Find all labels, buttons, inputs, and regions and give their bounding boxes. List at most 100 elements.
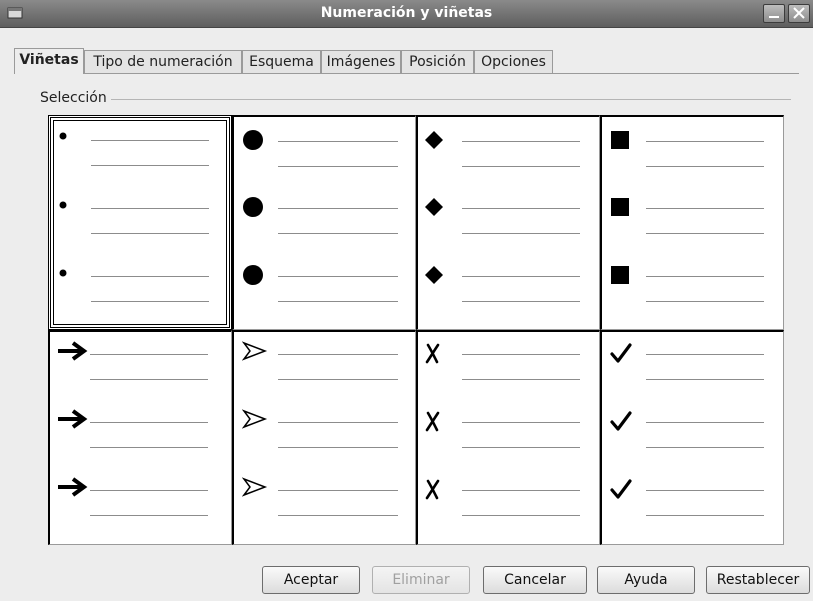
- small-dot-icon: [59, 269, 67, 277]
- check-mark-icon: [610, 479, 632, 499]
- square-icon: [611, 131, 629, 149]
- minimize-icon: [769, 16, 779, 18]
- preview-line: [462, 379, 580, 380]
- check-mark-icon: [610, 411, 632, 431]
- large-dot-icon: [243, 265, 263, 285]
- bullet-style-grid: [48, 115, 784, 545]
- preview-line: [91, 233, 209, 234]
- preview-line: [90, 490, 208, 491]
- bullet-option-x-mark[interactable]: [416, 330, 600, 545]
- ok-button[interactable]: Aceptar: [262, 566, 360, 594]
- cancel-button[interactable]: Cancelar: [483, 566, 587, 594]
- preview-line: [91, 165, 209, 166]
- bullet-option-outline-arrowhead[interactable]: [232, 330, 416, 545]
- preview-line: [90, 354, 208, 355]
- diamond-icon: [425, 131, 443, 149]
- large-dot-icon: [243, 130, 263, 150]
- preview-line: [462, 515, 580, 516]
- preview-line: [91, 140, 209, 141]
- preview-line: [646, 233, 764, 234]
- preview-line: [91, 301, 209, 302]
- preview-line: [90, 379, 208, 380]
- tab-posicion[interactable]: Posición: [401, 50, 474, 73]
- preview-line: [462, 233, 580, 234]
- bullet-option-check-mark[interactable]: [600, 330, 784, 545]
- preview-line: [278, 208, 398, 209]
- preview-line: [646, 276, 764, 277]
- preview-line: [90, 515, 208, 516]
- minimize-button[interactable]: [763, 4, 785, 23]
- outline-arrowhead-icon: [242, 477, 268, 497]
- preview-line: [646, 422, 764, 423]
- bold-arrow-icon: [58, 409, 88, 429]
- preview-line: [278, 354, 398, 355]
- preview-line: [278, 233, 398, 234]
- preview-line: [462, 166, 580, 167]
- bullet-option-square[interactable]: [600, 115, 784, 330]
- preview-line: [91, 276, 209, 277]
- preview-line: [646, 141, 764, 142]
- x-mark-icon: [425, 411, 440, 432]
- window-title: Numeración y viñetas: [320, 5, 493, 21]
- large-dot-icon: [243, 197, 263, 217]
- outline-arrowhead-icon: [242, 409, 268, 429]
- selection-group-line: [40, 99, 791, 100]
- preview-line: [462, 422, 580, 423]
- diamond-icon: [425, 198, 443, 216]
- bold-arrow-icon: [58, 341, 88, 361]
- preview-line: [462, 208, 580, 209]
- tab-vinetas[interactable]: Viñetas: [14, 48, 84, 74]
- preview-line: [646, 490, 764, 491]
- outline-arrowhead-icon: [242, 341, 268, 361]
- preview-line: [278, 141, 398, 142]
- bullet-option-bold-arrow[interactable]: [48, 330, 232, 545]
- square-icon: [611, 266, 629, 284]
- preview-line: [278, 301, 398, 302]
- preview-line: [278, 490, 398, 491]
- tab-imagenes[interactable]: Imágenes: [321, 50, 401, 73]
- help-button[interactable]: Ayuda: [597, 566, 695, 594]
- preview-line: [646, 515, 764, 516]
- preview-line: [646, 166, 764, 167]
- preview-line: [91, 208, 209, 209]
- tab-tipo-de-numeracion[interactable]: Tipo de numeración: [84, 50, 242, 73]
- dialog-window: Numeración y viñetas Viñetas Tipo de num…: [0, 0, 813, 601]
- preview-line: [462, 141, 580, 142]
- preview-line: [462, 301, 580, 302]
- preview-line: [462, 276, 580, 277]
- x-mark-icon: [425, 479, 440, 500]
- preview-line: [462, 490, 580, 491]
- preview-line: [278, 422, 398, 423]
- preview-line: [278, 447, 398, 448]
- tab-strip-line: [14, 73, 799, 74]
- preview-line: [278, 515, 398, 516]
- check-mark-icon: [610, 343, 632, 363]
- preview-line: [278, 166, 398, 167]
- preview-line: [278, 276, 398, 277]
- reset-button[interactable]: Restablecer: [706, 566, 810, 594]
- selection-group-label: Selección: [40, 90, 111, 106]
- preview-line: [646, 301, 764, 302]
- tab-esquema[interactable]: Esquema: [242, 50, 321, 73]
- preview-line: [278, 379, 398, 380]
- bullet-option-diamond[interactable]: [416, 115, 600, 330]
- close-button[interactable]: [788, 4, 810, 23]
- preview-line: [90, 422, 208, 423]
- preview-line: [646, 354, 764, 355]
- preview-line: [646, 208, 764, 209]
- preview-line: [646, 447, 764, 448]
- small-dot-icon: [59, 201, 67, 209]
- diamond-icon: [425, 266, 443, 284]
- tab-opciones[interactable]: Opciones: [474, 50, 553, 73]
- preview-line: [462, 354, 580, 355]
- small-dot-icon: [59, 132, 67, 140]
- bold-arrow-icon: [58, 477, 88, 497]
- preview-line: [90, 447, 208, 448]
- square-icon: [611, 198, 629, 216]
- title-bar[interactable]: Numeración y viñetas: [0, 0, 813, 28]
- close-icon: [793, 7, 805, 19]
- bullet-option-large-dot[interactable]: [232, 115, 416, 330]
- preview-line: [462, 447, 580, 448]
- bullet-option-small-dot[interactable]: [48, 115, 232, 330]
- delete-button[interactable]: Eliminar: [372, 566, 470, 594]
